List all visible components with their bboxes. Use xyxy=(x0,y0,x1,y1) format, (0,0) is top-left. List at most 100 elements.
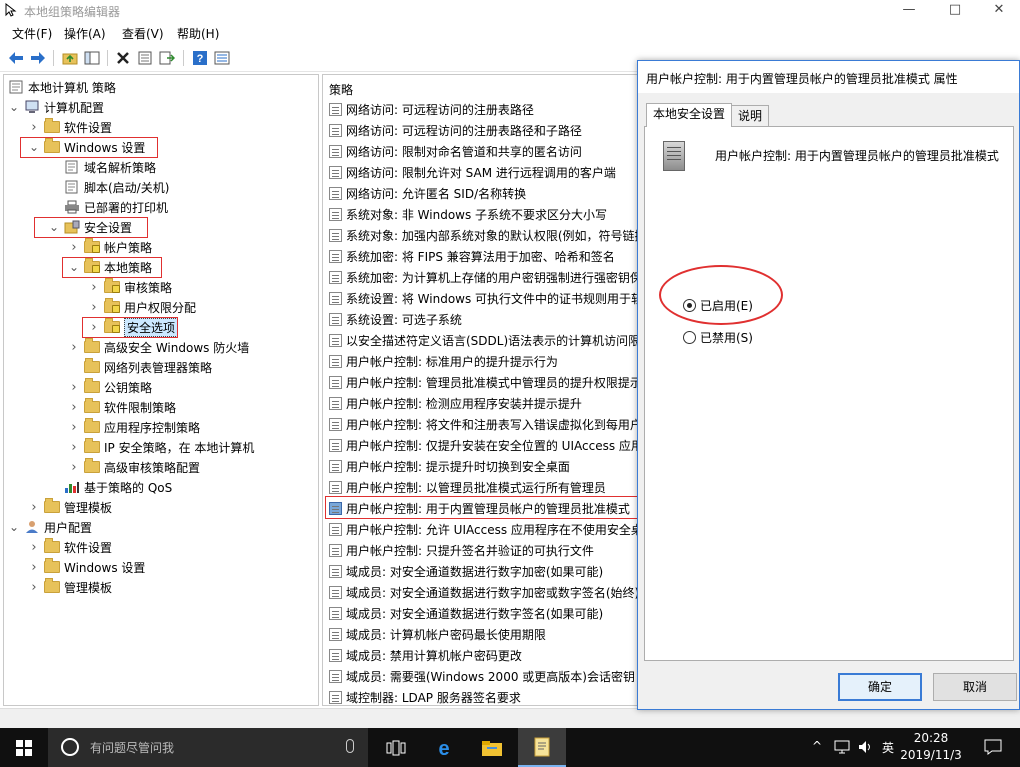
chevron-right-icon[interactable]: › xyxy=(28,500,40,515)
chevron-right-icon[interactable]: › xyxy=(68,340,80,355)
forward-icon[interactable] xyxy=(28,48,48,68)
policy-row[interactable]: 网络访问: 可远程访问的注册表路径和子路径 xyxy=(329,120,582,141)
menu-help[interactable]: 帮助(H) xyxy=(177,25,219,42)
tree-item[interactable]: › 管理模板 xyxy=(28,577,112,597)
edge-icon[interactable]: e xyxy=(420,728,468,767)
cancel-button[interactable]: 取消 xyxy=(933,673,1017,701)
policy-row[interactable]: 用户帐户控制: 标准用户的提升提示行为 xyxy=(329,351,558,372)
policy-row[interactable]: 域控制器: LDAP 服务器签名要求 xyxy=(329,687,521,705)
notification-icon[interactable] xyxy=(984,739,1002,755)
menu-action[interactable]: 操作(A) xyxy=(64,25,106,42)
policy-row[interactable]: 用户帐户控制: 只提升签名并验证的可执行文件 xyxy=(329,540,594,561)
policy-row[interactable]: 以安全描述符定义语言(SDDL)语法表示的计算机访问限 xyxy=(329,330,637,351)
policy-row[interactable]: 用户帐户控制: 将文件和注册表写入错误虚拟化到每用户 xyxy=(329,414,637,435)
policy-row[interactable]: 域成员: 对安全通道数据进行数字签名(如果可能) xyxy=(329,603,603,624)
tree-item[interactable]: › 应用程序控制策略 xyxy=(68,417,200,437)
chevron-right-icon[interactable]: › xyxy=(68,240,80,255)
tree-item[interactable]: › 软件设置 xyxy=(28,537,112,557)
close-button[interactable]: ✕ xyxy=(976,0,1020,22)
tree-item[interactable]: 已部署的打印机 xyxy=(48,197,168,217)
chevron-right-icon[interactable]: › xyxy=(28,580,40,595)
policy-row[interactable]: 用户帐户控制: 提示提升时切换到安全桌面 xyxy=(329,456,570,477)
chevron-right-icon[interactable]: › xyxy=(68,460,80,475)
policy-row[interactable]: 域成员: 禁用计算机帐户密码更改 xyxy=(329,645,522,666)
minimize-button[interactable]: — xyxy=(886,0,932,22)
disabled-radio[interactable]: 已禁用(S) xyxy=(683,329,753,346)
policy-row[interactable]: 域成员: 对安全通道数据进行数字加密(如果可能) xyxy=(329,561,603,582)
policy-row[interactable]: 用户帐户控制: 仅提升安装在安全位置的 UIAccess 应用 xyxy=(329,435,637,456)
policy-row[interactable]: 网络访问: 限制允许对 SAM 进行远程调用的客户端 xyxy=(329,162,616,183)
tab-local-security-setting[interactable]: 本地安全设置 xyxy=(646,103,733,127)
start-button[interactable] xyxy=(0,728,48,767)
chevron-right-icon[interactable]: › xyxy=(28,560,40,575)
menu-view[interactable]: 查看(V) xyxy=(122,25,164,42)
tree-item[interactable]: › 公钥策略 xyxy=(68,377,152,397)
volume-icon[interactable] xyxy=(858,740,874,754)
tree-item[interactable]: › 软件限制策略 xyxy=(68,397,176,417)
policy-row[interactable]: 网络访问: 允许匿名 SID/名称转换 xyxy=(329,183,526,204)
tree-item[interactable]: ⌄ 计算机配置 xyxy=(8,97,104,117)
file-explorer-icon[interactable] xyxy=(468,728,516,767)
list-column-header[interactable]: 策略 xyxy=(329,81,353,98)
chevron-right-icon[interactable]: › xyxy=(68,380,80,395)
tree-item[interactable]: › 管理模板 xyxy=(28,497,112,517)
policy-row[interactable]: 系统对象: 加强内部系统对象的默认权限(例如，符号链接 xyxy=(329,225,637,246)
chevron-down-icon[interactable]: ⌄ xyxy=(68,261,80,273)
tree-item[interactable]: 基于策略的 QoS xyxy=(48,477,172,497)
chevron-right-icon[interactable]: › xyxy=(28,120,40,135)
policy-row[interactable]: 域成员: 计算机帐户密码最长使用期限 xyxy=(329,624,546,645)
policy-row[interactable]: 用户帐户控制: 以管理员批准模式运行所有管理员 xyxy=(329,477,606,498)
chevron-down-icon[interactable]: ⌄ xyxy=(48,221,60,233)
chevron-right-icon[interactable]: › xyxy=(68,420,80,435)
tree-item[interactable]: › 高级安全 Windows 防火墙 xyxy=(68,337,249,357)
tree-item[interactable]: 域名解析策略 xyxy=(48,157,156,177)
chevron-right-icon[interactable]: › xyxy=(88,300,100,315)
policy-row[interactable]: 域成员: 对安全通道数据进行数字加密或数字签名(始终) xyxy=(329,582,637,603)
show-tree-icon[interactable] xyxy=(82,48,102,68)
policy-editor-task-icon[interactable] xyxy=(518,728,566,767)
tree-item[interactable]: ⌄ Windows 设置 xyxy=(28,137,145,157)
policy-row[interactable]: 系统设置: 可选子系统 xyxy=(329,309,462,330)
chevron-right-icon[interactable]: › xyxy=(68,400,80,415)
policy-row[interactable]: 系统设置: 将 Windows 可执行文件中的证书规则用于软 xyxy=(329,288,637,309)
tree-item[interactable]: › IP 安全策略，在 本地计算机 xyxy=(68,437,254,457)
back-icon[interactable] xyxy=(6,48,26,68)
tree-item[interactable]: ⌄ 用户配置 xyxy=(8,517,92,537)
tree-item[interactable]: › Windows 设置 xyxy=(28,557,145,577)
chevron-right-icon[interactable]: › xyxy=(68,440,80,455)
tree-item[interactable]: › 软件设置 xyxy=(28,117,112,137)
chevron-down-icon[interactable]: ⌄ xyxy=(8,101,20,113)
task-view-icon[interactable] xyxy=(372,728,420,767)
policy-row[interactable]: 系统加密: 为计算机上存储的用户密钥强制进行强密钥保 xyxy=(329,267,637,288)
policy-row[interactable]: 网络访问: 可远程访问的注册表路径 xyxy=(329,99,534,120)
filter-icon[interactable] xyxy=(212,48,232,68)
policy-row[interactable]: 用户帐户控制: 用于内置管理员帐户的管理员批准模式 xyxy=(329,498,630,519)
tree-item[interactable]: › 审核策略 xyxy=(88,277,172,297)
policy-row[interactable]: 用户帐户控制: 允许 UIAccess 应用程序在不使用安全桌 xyxy=(329,519,637,540)
tree-item[interactable]: › 帐户策略 xyxy=(68,237,152,257)
policy-row[interactable]: 用户帐户控制: 检测应用程序安装并提示提升 xyxy=(329,393,582,414)
tab-explain[interactable]: 说明 xyxy=(731,105,770,127)
ok-button[interactable]: 确定 xyxy=(838,673,922,701)
chevron-right-icon[interactable]: › xyxy=(88,320,100,335)
chevron-right-icon[interactable]: › xyxy=(88,280,100,295)
taskbar-clock[interactable]: 20:28 2019/11/3 xyxy=(896,730,966,764)
tray-chevron-icon[interactable]: ^ xyxy=(812,739,822,753)
tree-item[interactable]: ⌄ 安全设置 xyxy=(48,217,132,237)
policy-row[interactable]: 网络访问: 限制对命名管道和共享的匿名访问 xyxy=(329,141,582,162)
policy-row[interactable]: 系统对象: 非 Windows 子系统不要求区分大小写 xyxy=(329,204,607,225)
help-icon[interactable]: ? xyxy=(190,48,210,68)
chevron-right-icon[interactable]: › xyxy=(28,540,40,555)
tree-item[interactable]: › 高级审核策略配置 xyxy=(68,457,200,477)
tree-item[interactable]: 脚本(启动/关机) xyxy=(48,177,169,197)
up-folder-icon[interactable] xyxy=(60,48,80,68)
network-icon[interactable] xyxy=(834,740,850,754)
policy-row[interactable]: 用户帐户控制: 管理员批准模式中管理员的提升权限提示 xyxy=(329,372,637,393)
delete-icon[interactable] xyxy=(113,48,133,68)
taskbar-search[interactable]: 有问题尽管问我 xyxy=(48,728,368,767)
tree-item[interactable]: › 安全选项 xyxy=(88,317,179,337)
properties-icon[interactable] xyxy=(135,48,155,68)
policy-row[interactable]: 域成员: 需要强(Windows 2000 或更高版本)会话密钥 xyxy=(329,666,635,687)
microphone-icon[interactable] xyxy=(346,739,354,753)
chevron-down-icon[interactable]: ⌄ xyxy=(28,141,40,153)
